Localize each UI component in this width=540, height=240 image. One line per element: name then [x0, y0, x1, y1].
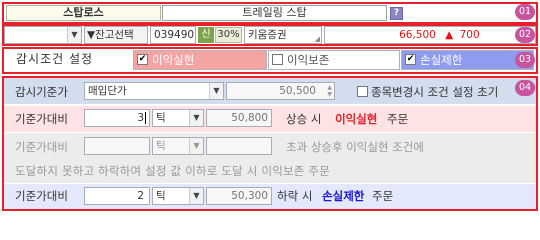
badge-02: 02 [515, 27, 535, 43]
highlight-box-tabs [2, 2, 538, 24]
badge-04: 04 [515, 80, 535, 96]
highlight-box-conditions [2, 76, 538, 211]
highlight-box-stock [2, 24, 538, 46]
badge-03: 03 [515, 52, 535, 68]
badge-01: 01 [515, 4, 535, 20]
highlight-box-settings [2, 47, 538, 74]
